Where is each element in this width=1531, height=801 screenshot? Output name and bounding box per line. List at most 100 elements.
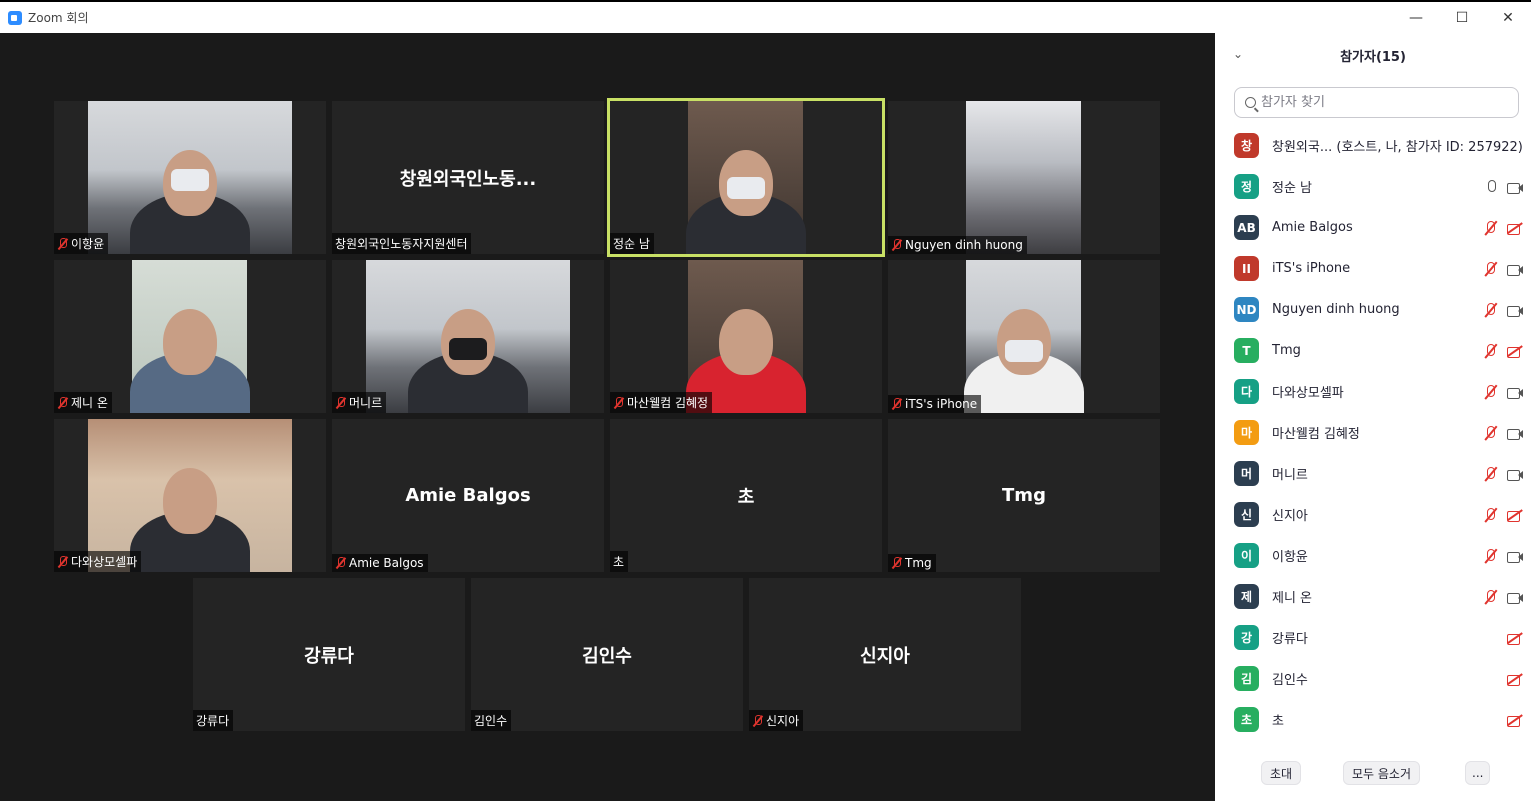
video-tile[interactable]: 강류다 강류다 — [193, 578, 465, 731]
window-controls: — ☐ ✕ — [1393, 2, 1531, 33]
tile-name: 다와상모셀파 — [71, 555, 138, 569]
participant-name: 제니 온 — [1272, 591, 1313, 606]
camera-icon — [1507, 590, 1523, 604]
participant-status — [1483, 507, 1523, 522]
video-feed — [685, 101, 806, 254]
microphone-icon — [1483, 179, 1499, 194]
participant-row[interactable]: T Tmg — [1215, 330, 1531, 371]
camera-icon — [1507, 467, 1523, 481]
participant-row[interactable]: 신 신지아 — [1215, 494, 1531, 535]
participant-row[interactable]: 다 다와상모셀파 — [1215, 371, 1531, 412]
participant-row[interactable]: 창 창원외국... (호스트, 나, 참가자 ID: 257922) — [1215, 125, 1531, 166]
tile-name: 초 — [613, 555, 625, 569]
chevron-down-icon[interactable]: ⌄ — [1231, 47, 1245, 61]
video-tile[interactable]: 신지아 신지아 — [749, 578, 1021, 731]
video-tile[interactable]: Amie Balgos Amie Balgos — [332, 419, 604, 572]
participant-nametag: 제니 온 — [54, 392, 112, 413]
close-button[interactable]: ✕ — [1485, 2, 1531, 33]
video-gallery: 이항윤 창원외국인노동... 창원외국인노동자지원센터 정순 남 Nguyen … — [0, 33, 1215, 801]
video-tile[interactable]: 초 초 — [610, 419, 882, 572]
muted-mic-icon — [613, 396, 624, 409]
microphone-muted-icon — [1483, 466, 1499, 481]
participant-nametag: 마산웰컴 김혜정 — [610, 392, 713, 413]
participant-name: 초 — [1272, 714, 1284, 729]
participant-search[interactable] — [1234, 87, 1519, 118]
participant-nametag: 초 — [610, 551, 629, 572]
participant-name: 이항윤 — [1272, 550, 1308, 565]
participant-nametag: iTS's iPhone — [888, 395, 982, 413]
invite-button[interactable]: 초대 — [1261, 761, 1302, 785]
avatar: ND — [1234, 297, 1259, 322]
participant-row[interactable]: 김 김인수 — [1215, 658, 1531, 699]
participant-row[interactable]: 정 정순 남 — [1215, 166, 1531, 207]
video-feed — [88, 419, 292, 572]
video-tile[interactable]: Nguyen dinh huong — [888, 101, 1160, 254]
participant-name: 다와상모셀파 — [1272, 386, 1344, 401]
avatar: AB — [1234, 215, 1259, 240]
camera-icon — [1507, 262, 1523, 276]
tile-name: 신지아 — [766, 714, 800, 728]
tile-name: 강류다 — [196, 714, 230, 728]
video-tile[interactable]: 다와상모셀파 — [54, 419, 326, 572]
participant-row[interactable]: II iTS's iPhone — [1215, 248, 1531, 289]
participant-nametag: 다와상모셀파 — [54, 551, 142, 572]
microphone-muted-icon — [1483, 548, 1499, 563]
tile-display-name: 창원외국인노동... — [399, 168, 537, 190]
video-feed — [88, 101, 292, 254]
participant-status — [1483, 425, 1523, 440]
microphone-muted-icon — [1483, 261, 1499, 276]
participant-row[interactable]: 강 강류다 — [1215, 617, 1531, 658]
participant-row[interactable]: ND Nguyen dinh huong — [1215, 289, 1531, 330]
avatar: 이 — [1234, 543, 1259, 568]
panel-title: 참가자(15) — [1340, 49, 1406, 65]
microphone-muted-icon — [1483, 343, 1499, 358]
video-tile[interactable]: 김인수 김인수 — [471, 578, 743, 731]
participant-name: Nguyen dinh huong — [1272, 302, 1400, 317]
avatar: 창 — [1234, 133, 1259, 158]
tile-display-name: 강류다 — [304, 645, 354, 667]
search-icon — [1245, 97, 1256, 108]
participant-row[interactable]: AB Amie Balgos — [1215, 207, 1531, 248]
face-mask — [171, 169, 209, 191]
minimize-button[interactable]: — — [1393, 2, 1439, 33]
muted-mic-icon — [752, 714, 763, 727]
participant-status — [1507, 631, 1523, 645]
participant-status — [1483, 466, 1523, 481]
face-mask — [726, 177, 765, 199]
participant-nametag: 이항윤 — [54, 233, 109, 254]
microphone-muted-icon — [1483, 302, 1499, 317]
video-tile[interactable]: 창원외국인노동... 창원외국인노동자지원센터 — [332, 101, 604, 254]
participant-name: 김인수 — [1272, 673, 1308, 688]
avatar: 강 — [1234, 625, 1259, 650]
camera-off-icon — [1507, 344, 1523, 358]
video-tile[interactable]: 마산웰컴 김혜정 — [610, 260, 882, 413]
video-feed — [685, 260, 806, 413]
tile-display-name: Tmg — [1002, 485, 1046, 506]
active-speaker-tile[interactable]: 정순 남 — [607, 98, 885, 257]
participant-name: iTS's iPhone — [1272, 261, 1351, 276]
camera-off-icon — [1507, 672, 1523, 686]
video-tile[interactable]: iTS's iPhone — [888, 260, 1160, 413]
microphone-muted-icon — [1483, 425, 1499, 440]
tile-name: 이항윤 — [71, 237, 105, 251]
video-tile[interactable]: 머니르 — [332, 260, 604, 413]
mute-all-button[interactable]: 모두 음소거 — [1343, 761, 1421, 785]
participant-row[interactable]: 마 마산웰컴 김혜정 — [1215, 412, 1531, 453]
video-tile[interactable]: 이항윤 — [54, 101, 326, 254]
video-tile[interactable]: Tmg Tmg — [888, 419, 1160, 572]
more-button[interactable]: ... — [1465, 761, 1491, 785]
participant-row[interactable]: 초초 — [1215, 699, 1531, 740]
microphone-muted-icon — [1483, 220, 1499, 235]
title-bar: Zoom 회의 — ☐ ✕ — [0, 0, 1531, 33]
participant-nametag: 머니르 — [332, 392, 387, 413]
tile-display-name: 초 — [737, 486, 755, 508]
participant-row[interactable]: 머 머니르 — [1215, 453, 1531, 494]
video-tile[interactable]: 제니 온 — [54, 260, 326, 413]
participant-nametag: Tmg — [888, 554, 936, 572]
search-input[interactable] — [1261, 95, 1501, 110]
participant-row[interactable]: 제 제니 온 — [1215, 576, 1531, 617]
participant-row[interactable]: 이 이항윤 — [1215, 535, 1531, 576]
maximize-button[interactable]: ☐ — [1439, 2, 1485, 33]
tile-name: Nguyen dinh huong — [905, 238, 1023, 252]
face-mask — [449, 338, 487, 360]
